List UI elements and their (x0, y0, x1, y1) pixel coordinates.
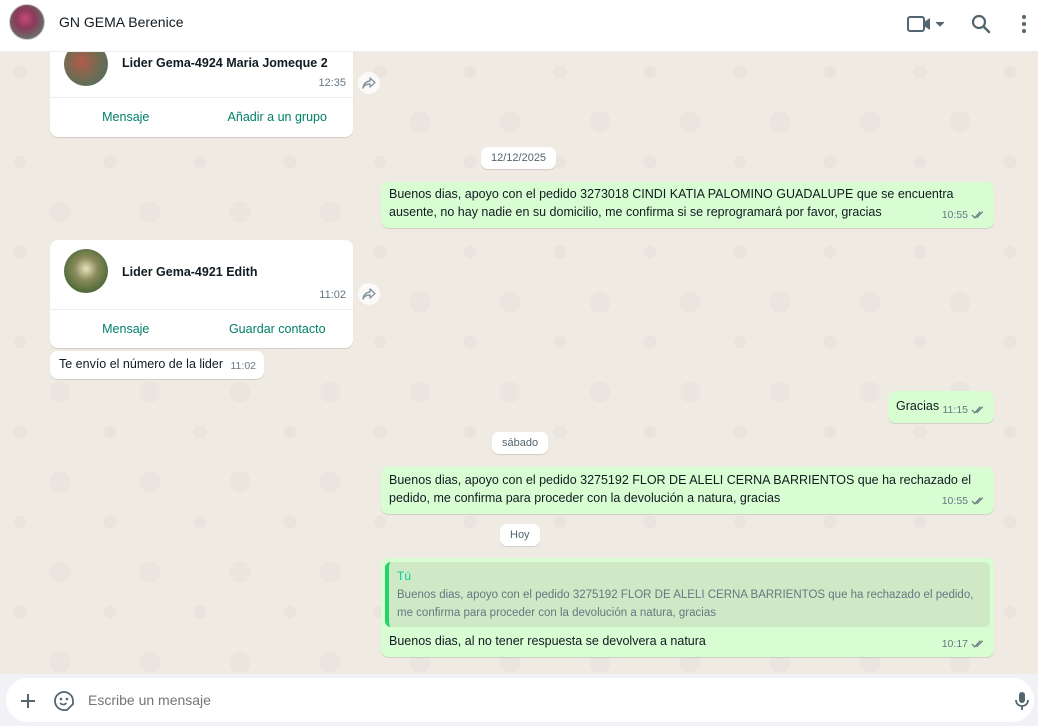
message-meta: 10:17 (942, 635, 986, 653)
double-check-icon (971, 497, 984, 505)
card-avatar (64, 52, 108, 86)
contact-avatar[interactable] (9, 4, 45, 40)
message-text: Te envío el número de la lider (59, 357, 223, 371)
forward-button[interactable] (358, 72, 380, 94)
date-separator: sábado (492, 432, 549, 454)
outgoing-message[interactable]: Tú Buenos dias, apoyo con el pedido 3275… (381, 558, 994, 657)
message-time: 11:15 (942, 404, 969, 416)
message-text: Buenos dias, apoyo con el pedido 3275192… (389, 473, 972, 487)
search-icon[interactable] (969, 12, 993, 36)
double-check-icon (971, 406, 984, 414)
forward-button[interactable] (358, 283, 380, 305)
date-separator: Hoy (500, 524, 540, 546)
add-to-group-button[interactable]: Añadir a un grupo (202, 110, 354, 124)
message-input[interactable] (88, 692, 988, 708)
message-text: pedido, me confirma para proceder con la… (389, 491, 781, 505)
composer-bar (0, 674, 1038, 726)
forward-icon (362, 288, 376, 300)
double-check-icon (971, 640, 984, 648)
card-avatar (64, 249, 108, 293)
contact-card[interactable]: Lider Gema-4921 Edith 11:02 Mensaje Guar… (50, 240, 353, 348)
card-contact-name: Lider Gema-4924 Maria Jomeque 2 (122, 56, 328, 70)
message-contact-button[interactable]: Mensaje (50, 110, 202, 124)
card-actions: Mensaje Guardar contacto (50, 309, 353, 348)
sticker-icon[interactable] (53, 690, 75, 712)
video-call-icon[interactable] (906, 12, 946, 36)
mic-icon[interactable] (1011, 690, 1033, 712)
composer-box (6, 678, 1034, 722)
outgoing-message[interactable]: Gracias 11:15 (888, 391, 994, 423)
quote-text: Buenos dias, apoyo con el pedido 3275192… (397, 589, 974, 601)
message-meta: 11:02 (231, 357, 257, 375)
message-meta: 10:55 (942, 206, 986, 224)
outgoing-message[interactable]: Buenos dias, apoyo con el pedido 3275192… (381, 467, 994, 514)
plus-icon[interactable] (17, 690, 39, 712)
menu-icon[interactable] (1012, 12, 1036, 36)
message-time: 11:02 (230, 360, 257, 372)
message-text: Gracias (896, 399, 940, 413)
message-list[interactable]: Lider Gema-4924 Maria Jomeque 2 12:35 Me… (0, 52, 1038, 674)
contact-name[interactable]: GN GEMA Berenice (59, 14, 184, 30)
chat-header: GN GEMA Berenice (0, 0, 1038, 52)
message-text: Buenos dias, apoyo con el pedido 3273018… (389, 187, 954, 201)
message-meta: 10:55 (942, 492, 986, 510)
outgoing-message[interactable]: Buenos dias, apoyo con el pedido 3273018… (381, 182, 994, 228)
quoted-message[interactable]: Tú Buenos dias, apoyo con el pedido 3275… (385, 562, 990, 627)
message-time: 10:55 (941, 495, 968, 507)
message-text: Buenos dias, al no tener respuesta se de… (389, 634, 706, 648)
message-text: ausente, no hay nadie en su domicilio, m… (389, 205, 882, 219)
save-contact-button[interactable]: Guardar contacto (202, 322, 354, 336)
message-time: 10:55 (941, 209, 968, 221)
card-time: 12:35 (318, 77, 346, 89)
message-meta: 11:15 (943, 401, 987, 419)
date-separator: 12/12/2025 (481, 147, 557, 169)
incoming-message[interactable]: Te envío el número de la lider 11:02 (50, 351, 264, 379)
quote-text: me confirma para proceder con la devoluc… (397, 607, 716, 619)
card-contact-name: Lider Gema-4921 Edith (122, 265, 258, 279)
forward-icon (362, 77, 376, 89)
message-time: 10:17 (941, 638, 968, 650)
double-check-icon (971, 211, 984, 219)
card-actions: Mensaje Añadir a un grupo (50, 97, 353, 136)
card-time: 11:02 (319, 289, 346, 301)
contact-card[interactable]: Lider Gema-4924 Maria Jomeque 2 12:35 Me… (50, 52, 353, 137)
message-contact-button[interactable]: Mensaje (50, 322, 202, 336)
quote-author: Tú (397, 569, 412, 583)
